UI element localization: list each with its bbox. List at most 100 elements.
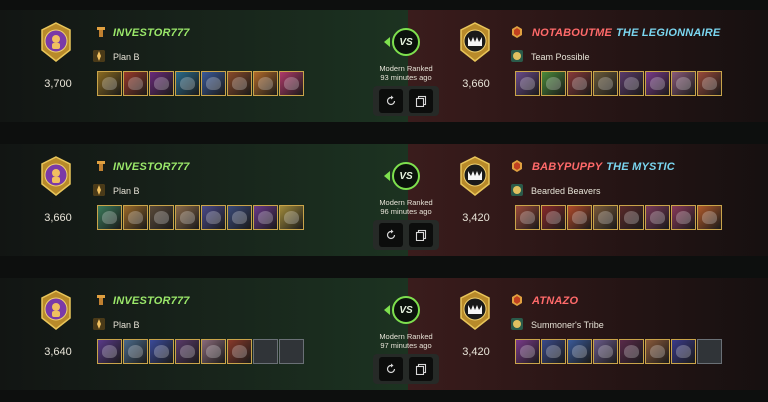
player-rating-left: 3,640	[44, 346, 72, 358]
guild-banner-icon	[511, 50, 523, 62]
league-badge-icon	[460, 22, 490, 62]
team-cards-right	[515, 339, 722, 364]
team-card[interactable]	[201, 205, 226, 230]
battle-actions	[373, 86, 439, 116]
copy-team-button[interactable]	[409, 223, 433, 247]
team-card[interactable]	[515, 71, 540, 96]
team-card[interactable]	[619, 339, 644, 364]
league-badge-icon	[41, 290, 71, 330]
team-card[interactable]	[619, 205, 644, 230]
team-card[interactable]	[515, 205, 540, 230]
team-card[interactable]	[175, 71, 200, 96]
guild-banner-icon	[511, 318, 523, 330]
team-card[interactable]	[645, 71, 670, 96]
team-card[interactable]	[671, 205, 696, 230]
replay-icon	[386, 95, 396, 106]
team-card[interactable]	[149, 205, 174, 230]
guild-name-left[interactable]: Plan B	[113, 186, 140, 196]
team-card[interactable]	[619, 71, 644, 96]
team-card[interactable]	[253, 205, 278, 230]
team-card[interactable]	[227, 71, 252, 96]
team-card[interactable]	[227, 205, 252, 230]
team-card[interactable]	[567, 205, 592, 230]
player-name-left[interactable]: INVESTOR777	[113, 27, 190, 39]
team-card[interactable]	[149, 339, 174, 364]
team-card[interactable]	[149, 71, 174, 96]
team-card[interactable]	[645, 205, 670, 230]
battle-meta: Modern Ranked 97 minutes ago	[364, 332, 448, 350]
battle-row[interactable]: 3,660 3,420 INVESTOR777 BABYPUPPY THE MYS…	[0, 144, 768, 256]
battle-time: 97 minutes ago	[380, 341, 432, 350]
team-card[interactable]	[671, 339, 696, 364]
team-card[interactable]	[97, 205, 122, 230]
team-cards-right	[515, 205, 722, 230]
team-card[interactable]	[541, 339, 566, 364]
team-card[interactable]	[541, 205, 566, 230]
guild-banner-icon	[93, 184, 105, 196]
league-badge-icon	[41, 156, 71, 196]
team-cards-left	[97, 339, 304, 364]
team-card[interactable]	[123, 339, 148, 364]
team-card[interactable]	[567, 71, 592, 96]
team-card[interactable]	[593, 71, 618, 96]
vs-badge: VS	[384, 162, 422, 194]
team-card[interactable]	[697, 71, 722, 96]
copy-team-button[interactable]	[409, 357, 433, 381]
team-card[interactable]	[175, 339, 200, 364]
player-rank-icon	[97, 27, 105, 37]
team-card[interactable]	[97, 71, 122, 96]
battle-actions	[373, 220, 439, 250]
battle-mode: Modern Ranked	[379, 332, 433, 341]
copy-team-icon	[415, 229, 427, 241]
team-card[interactable]	[567, 339, 592, 364]
team-card[interactable]	[253, 71, 278, 96]
empty-card-slot	[697, 339, 722, 364]
guild-name-right[interactable]: Summoner's Tribe	[531, 320, 604, 330]
player-name-right[interactable]: NOTABOUTME THE LEGIONNAIRE	[532, 27, 720, 39]
player-name-right[interactable]: BABYPUPPY THE MYSTIC	[532, 161, 675, 173]
player-name-right[interactable]: ATNAZO	[532, 295, 582, 307]
team-card[interactable]	[227, 339, 252, 364]
player-rating-right: 3,660	[462, 78, 490, 90]
copy-team-icon	[415, 363, 427, 375]
team-card[interactable]	[279, 205, 304, 230]
player-name-left[interactable]: INVESTOR777	[113, 161, 190, 173]
replay-button[interactable]	[379, 357, 403, 381]
team-card[interactable]	[123, 205, 148, 230]
battle-actions	[373, 354, 439, 384]
league-badge-icon	[460, 156, 490, 196]
guild-name-left[interactable]: Plan B	[113, 52, 140, 62]
team-card[interactable]	[279, 71, 304, 96]
player-rank-icon	[512, 294, 522, 306]
winner-arrow-icon	[384, 37, 390, 47]
team-card[interactable]	[645, 339, 670, 364]
replay-button[interactable]	[379, 89, 403, 113]
copy-team-button[interactable]	[409, 89, 433, 113]
player-name-left[interactable]: INVESTOR777	[113, 295, 190, 307]
player-rank-icon	[97, 295, 105, 305]
battle-row[interactable]: 3,700 3,660 INVESTOR777 NOTABOUTME THE LE…	[0, 10, 768, 122]
battle-row[interactable]: 3,640 3,420 INVESTOR777 ATNAZO Plan B Su…	[0, 278, 768, 390]
team-card[interactable]	[593, 339, 618, 364]
team-cards-left	[97, 205, 304, 230]
empty-card-slot	[253, 339, 278, 364]
team-card[interactable]	[515, 339, 540, 364]
team-card[interactable]	[175, 205, 200, 230]
team-card[interactable]	[697, 205, 722, 230]
team-card[interactable]	[123, 71, 148, 96]
guild-name-left[interactable]: Plan B	[113, 320, 140, 330]
battle-meta: Modern Ranked 96 minutes ago	[364, 198, 448, 216]
player-rank-icon	[97, 161, 105, 171]
empty-card-slot	[279, 339, 304, 364]
team-card[interactable]	[97, 339, 122, 364]
replay-button[interactable]	[379, 223, 403, 247]
team-card[interactable]	[593, 205, 618, 230]
player-rating-right: 3,420	[462, 212, 490, 224]
guild-name-right[interactable]: Team Possible	[531, 52, 590, 62]
team-card[interactable]	[201, 71, 226, 96]
team-card[interactable]	[201, 339, 226, 364]
guild-name-right[interactable]: Bearded Beavers	[531, 186, 601, 196]
team-card[interactable]	[671, 71, 696, 96]
team-cards-left	[97, 71, 304, 96]
team-card[interactable]	[541, 71, 566, 96]
